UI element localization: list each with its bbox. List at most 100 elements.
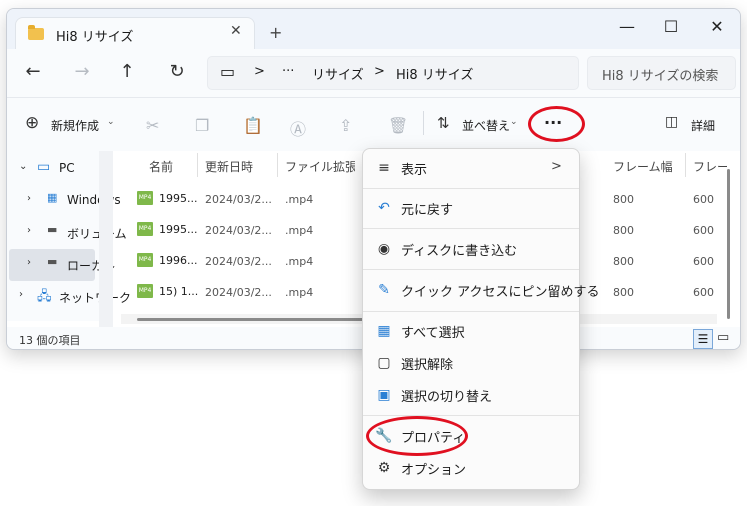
submenu-chevron-icon: >	[551, 159, 562, 174]
see-more-highlight-oval	[528, 106, 585, 142]
file-name: 1995...	[159, 223, 198, 236]
view-icon: ≡	[378, 160, 390, 176]
menu-item-label: 元に戻す	[401, 203, 454, 218]
item-count: 13 個の項目	[19, 334, 81, 347]
sidebar-item-volume[interactable]: ボリューム	[67, 225, 127, 242]
column-header-frame-width[interactable]: フレーム幅	[613, 158, 673, 175]
file-date: 2024/03/2...	[205, 224, 272, 237]
menu-divider	[363, 311, 579, 312]
file-name: 1996...	[159, 254, 198, 267]
vertical-scrollbar-thumb[interactable]	[727, 169, 730, 319]
file-extension: .mp4	[285, 286, 314, 299]
menu-item-select-all[interactable]: ▦ すべて選択	[363, 316, 579, 346]
menu-item-options[interactable]: ⚙ オプション	[363, 453, 579, 483]
sidebar-item-network[interactable]: ネットワーク	[59, 289, 131, 306]
pin-icon: ✎	[378, 282, 390, 298]
breadcrumb-resize[interactable]: リサイズ	[312, 64, 364, 83]
column-divider[interactable]	[277, 153, 278, 177]
share-icon[interactable]: ⇪	[339, 116, 352, 135]
details-view-icon[interactable]: ☰	[693, 329, 713, 349]
menu-item-undo[interactable]: ↶ 元に戻す	[363, 193, 579, 223]
file-extension: .mp4	[285, 255, 314, 268]
new-button[interactable]: 新規作成	[51, 117, 99, 134]
delete-icon[interactable]: 🗑	[388, 116, 408, 135]
sidebar-item-pc[interactable]: PC	[59, 161, 75, 175]
paste-icon[interactable]: 📋	[243, 116, 263, 135]
undo-icon: ↶	[378, 200, 390, 216]
forward-button[interactable]: →	[70, 61, 94, 82]
menu-item-label: ディスクに書き込む	[401, 244, 518, 259]
drive-icon: ▬	[47, 255, 58, 268]
column-header-extension[interactable]: ファイル拡張子	[285, 158, 355, 175]
menu-divider	[363, 188, 579, 189]
column-header-modified[interactable]: 更新日時	[205, 158, 253, 175]
new-icon: ⊕	[25, 113, 40, 133]
up-button[interactable]: ↑	[115, 61, 139, 82]
menu-item-view[interactable]: ≡ 表示 >	[363, 153, 579, 183]
menu-item-select-none[interactable]: ▢ 選択解除	[363, 348, 579, 378]
file-frame-width: 800	[613, 224, 634, 237]
tab-close-icon[interactable]: ✕	[230, 23, 242, 39]
column-header-name[interactable]: 名前	[149, 158, 173, 175]
collapse-chevron-icon[interactable]: ›	[27, 193, 31, 204]
minimize-button[interactable]: —	[607, 13, 647, 41]
nav-pane-scrollbar[interactable]	[99, 151, 113, 327]
breadcrumb-overflow[interactable]: ···	[282, 64, 294, 79]
collapse-chevron-icon[interactable]: ›	[27, 257, 31, 268]
search-placeholder: Hi8 リサイズの検索	[602, 69, 719, 84]
copy-icon[interactable]: ❐	[195, 116, 209, 135]
windows-drive-icon: ▦	[47, 191, 58, 204]
sort-button[interactable]: 並べ替え	[462, 117, 510, 134]
maximize-button[interactable]: ☐	[651, 13, 691, 41]
rename-icon[interactable]: Ⓐ	[290, 116, 306, 140]
close-button[interactable]: ✕	[697, 13, 737, 41]
menu-item-label: 選択解除	[401, 358, 454, 373]
column-header-frame-height[interactable]: フレーム	[693, 158, 727, 175]
pc-icon: ▭	[220, 62, 236, 81]
address-bar[interactable]: ▭ > ··· リサイズ > Hi8 リサイズ	[207, 56, 579, 90]
file-frame-height: 600	[693, 255, 714, 268]
pc-monitor-icon: ▭	[37, 159, 51, 175]
file-frame-width: 800	[613, 286, 634, 299]
tab-title: Hi8 リサイズ	[56, 30, 134, 45]
refresh-button[interactable]: ↻	[165, 61, 189, 82]
breadcrumb-separator: >	[254, 64, 265, 79]
mp4-file-icon: MP4	[137, 191, 153, 205]
file-frame-width: 800	[613, 193, 634, 206]
menu-divider	[363, 415, 579, 416]
file-date: 2024/03/2...	[205, 193, 272, 206]
breadcrumb-hi8-resize[interactable]: Hi8 リサイズ	[396, 64, 473, 83]
tab-hi8-resize[interactable]: Hi8 リサイズ ✕	[15, 17, 255, 51]
horizontal-scrollbar-thumb[interactable]	[137, 318, 377, 321]
collapse-chevron-icon[interactable]: ›	[19, 289, 23, 300]
file-frame-height: 600	[693, 286, 714, 299]
sort-dropdown-icon[interactable]: ⌄	[510, 117, 518, 127]
mp4-file-icon: MP4	[137, 222, 153, 236]
file-extension: .mp4	[285, 193, 314, 206]
breadcrumb-separator: >	[374, 64, 385, 79]
back-button[interactable]: ←	[21, 61, 45, 82]
file-name: 15) 1...	[159, 285, 199, 298]
details-button[interactable]: 詳細	[691, 117, 715, 134]
collapse-chevron-icon[interactable]: ›	[27, 225, 31, 236]
file-date: 2024/03/2...	[205, 255, 272, 268]
network-icon: 🖧	[37, 289, 52, 304]
column-divider[interactable]	[197, 153, 198, 177]
new-dropdown-icon[interactable]: ⌄	[107, 117, 115, 127]
column-divider[interactable]	[685, 153, 686, 177]
tiles-view-icon[interactable]: ▭	[717, 330, 729, 345]
invert-selection-icon: ▣	[377, 387, 391, 403]
expand-chevron-icon[interactable]: ⌄	[19, 161, 27, 172]
menu-item-label: クイック アクセスにピン留めする	[401, 285, 600, 300]
new-tab-button[interactable]: +	[269, 23, 282, 42]
search-box[interactable]: Hi8 リサイズの検索	[587, 56, 736, 90]
disc-icon: ◉	[377, 241, 391, 257]
cut-icon[interactable]: ✂	[146, 116, 159, 135]
menu-divider	[363, 269, 579, 270]
file-name: 1995...	[159, 192, 198, 205]
file-date: 2024/03/2...	[205, 286, 272, 299]
menu-item-burn-disc[interactable]: ◉ ディスクに書き込む	[363, 234, 579, 264]
menu-item-pin-quick-access[interactable]: ✎ クイック アクセスにピン留めする	[363, 275, 599, 305]
menu-item-label: 表示	[401, 163, 428, 178]
menu-item-invert-selection[interactable]: ▣ 選択の切り替え	[363, 380, 579, 410]
